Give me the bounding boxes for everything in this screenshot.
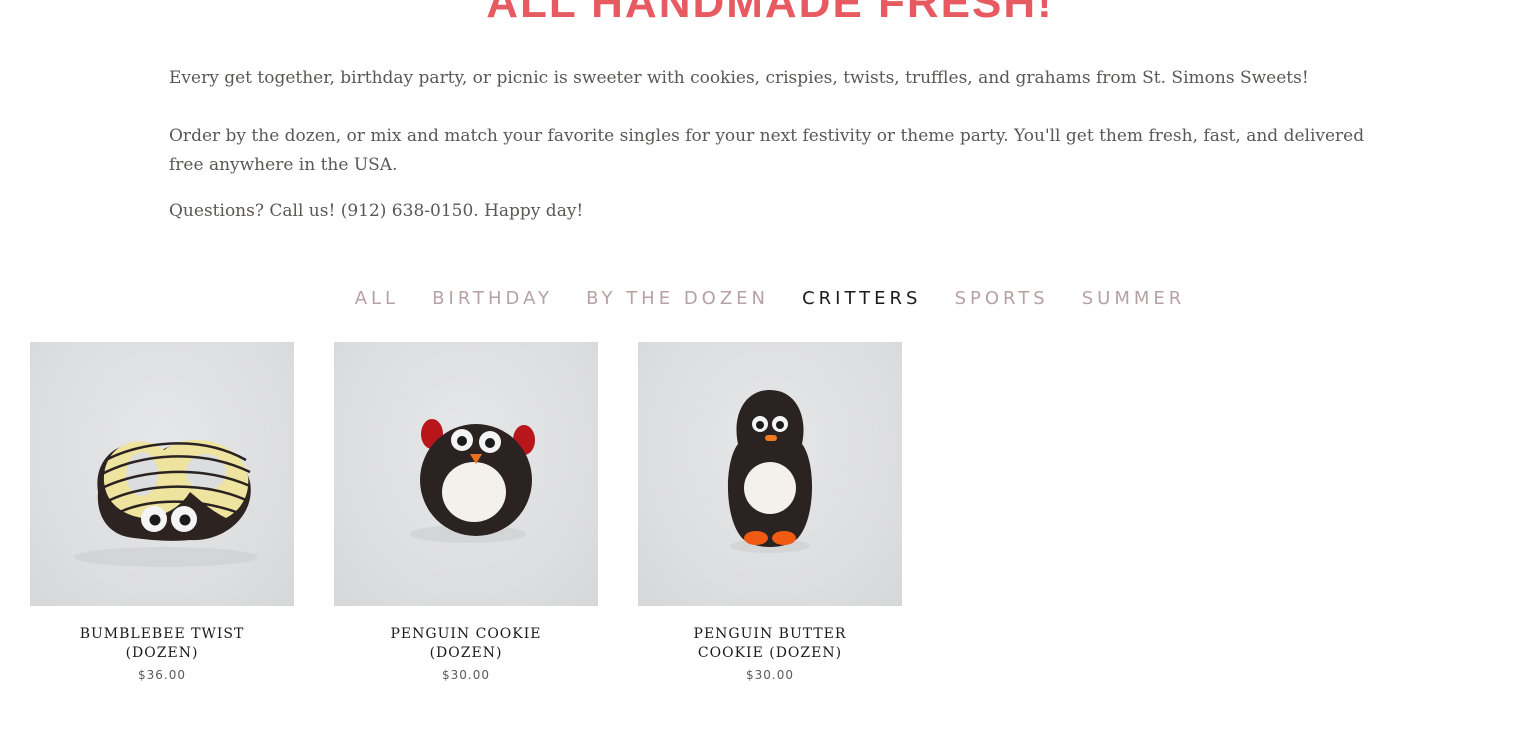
intro-contact: Questions? Call us! (912) 638-0150. Happ… (169, 201, 584, 221)
filter-tab-sports[interactable]: SPORTS (955, 288, 1049, 309)
product-title[interactable]: BUMBLEBEE TWIST (DOZEN) (30, 625, 294, 663)
filter-tab-all[interactable]: ALL (355, 288, 399, 309)
product-price: $36.00 (138, 668, 186, 682)
page-title: ALL HANDMADE FRESH! (486, 0, 1054, 27)
filter-tab-by-the-dozen[interactable]: BY THE DOZEN (586, 288, 769, 309)
intro-paragraph: Every get together, birthday party, or p… (169, 68, 1309, 88)
penguin-cookie-image[interactable] (334, 342, 598, 606)
intro-paragraph: Order by the dozen, or mix and match you… (169, 126, 1365, 175)
product-title[interactable]: PENGUIN BUTTER COOKIE (DOZEN) (638, 625, 902, 663)
product-card[interactable]: PENGUIN BUTTER COOKIE (DOZEN) $30.00 (638, 342, 902, 682)
filter-tab-critters[interactable]: CRITTERS (802, 288, 921, 309)
product-title[interactable]: PENGUIN COOKIE (DOZEN) (334, 625, 598, 663)
collection-filter-nav: ALL BIRTHDAY BY THE DOZEN CRITTERS SPORT… (0, 288, 1540, 309)
bumblebee-twist-image[interactable] (30, 342, 294, 606)
product-card[interactable]: BUMBLEBEE TWIST (DOZEN) $36.00 (30, 342, 294, 682)
intro-text: Every get together, birthday party, or p… (169, 64, 1384, 226)
product-card[interactable]: PENGUIN COOKIE (DOZEN) $30.00 (334, 342, 598, 682)
product-price: $30.00 (746, 668, 794, 682)
product-price: $30.00 (442, 668, 490, 682)
filter-tab-birthday[interactable]: BIRTHDAY (432, 288, 553, 309)
filter-tab-summer[interactable]: SUMMER (1082, 288, 1186, 309)
penguin-butter-cookie-image[interactable] (638, 342, 902, 606)
